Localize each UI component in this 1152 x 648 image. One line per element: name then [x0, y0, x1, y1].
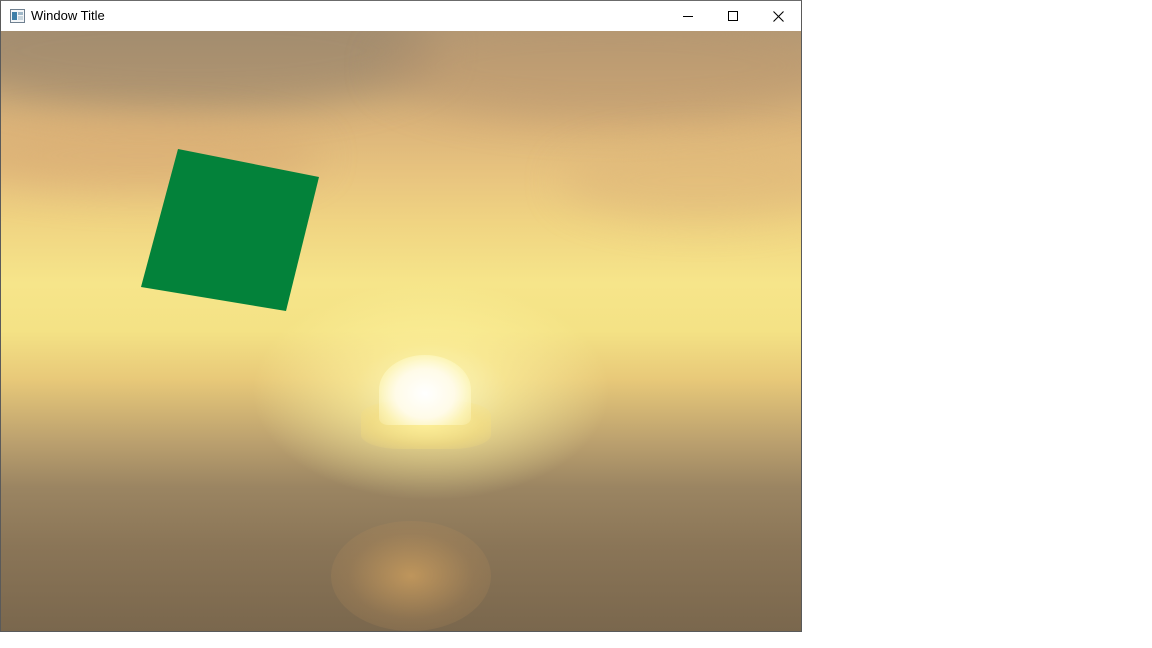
- app-window-icon: [10, 9, 25, 23]
- window-title: Window Title: [31, 8, 105, 23]
- rotating-green-quad: [141, 149, 319, 311]
- render-viewport[interactable]: [1, 31, 801, 631]
- close-icon: [772, 10, 784, 22]
- maximize-icon: [728, 11, 738, 21]
- close-button[interactable]: [755, 1, 801, 31]
- minimize-button[interactable]: [665, 1, 711, 31]
- app-window: Window Title: [0, 0, 802, 632]
- minimize-icon: [683, 16, 693, 17]
- maximize-button[interactable]: [710, 1, 756, 31]
- title-bar[interactable]: Window Title: [1, 1, 801, 31]
- scene-overlay: [141, 149, 319, 311]
